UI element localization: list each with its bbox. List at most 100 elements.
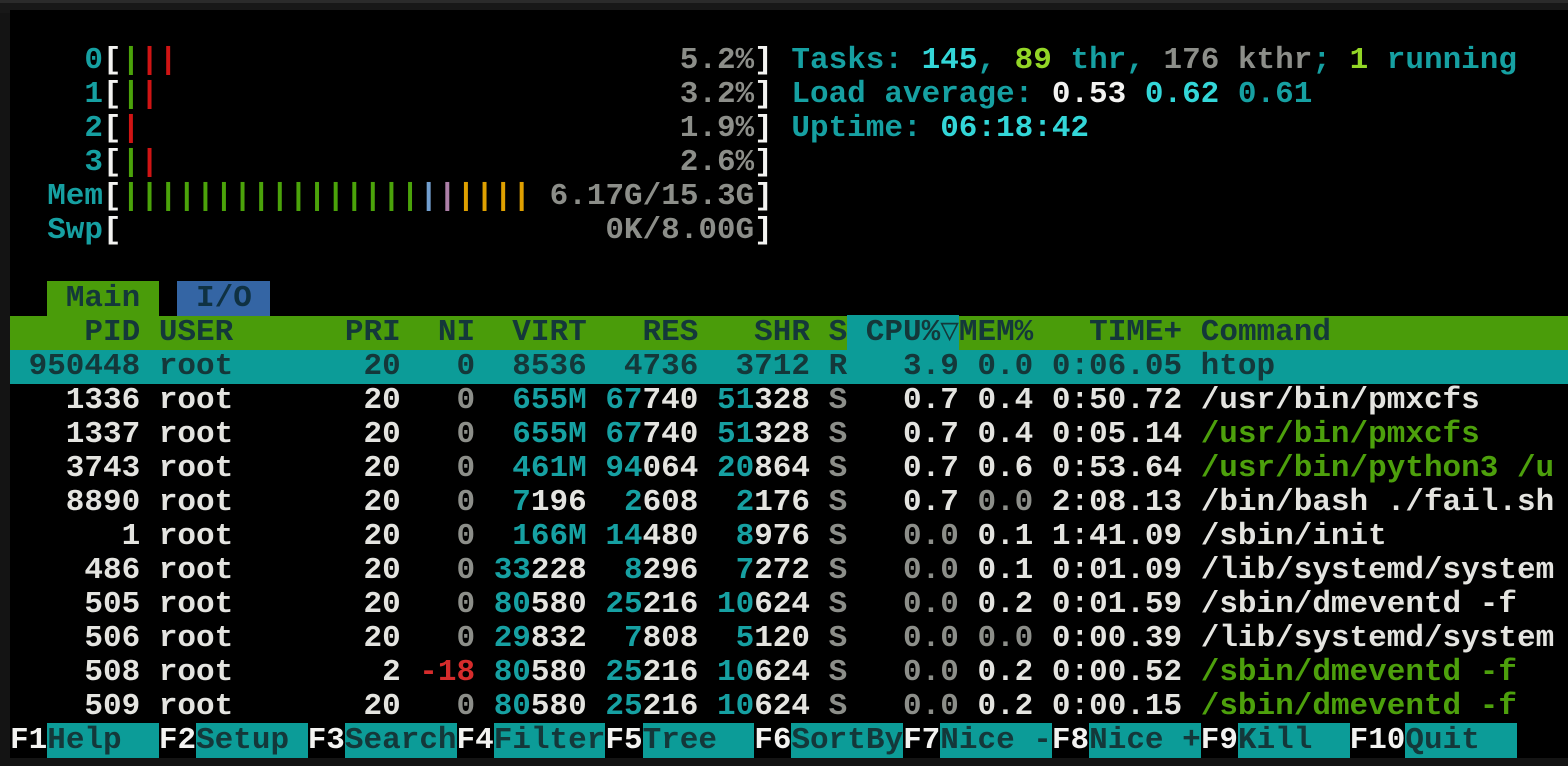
memory-meter-label: Mem [10,179,103,214]
fkey-f9[interactable]: F9Kill [1201,723,1350,758]
table-header: PID USER PRI NI VIRT RES SHR S CPU%▽MEM%… [10,316,1568,350]
fkey-action-label: Filter [494,723,606,758]
fkey-f1[interactable]: F1Help [10,723,159,758]
meter-bar: | [140,145,159,180]
swap-meter-value: 0K/8.00G [605,213,754,248]
meter-bar: | [364,179,383,214]
cpu-meter-2: 2[| 1.9%] Uptime: 06:18:42 [10,112,1089,146]
cpu-meter-0-label: 0 [10,43,103,78]
cell-mem: 0.2 [959,655,1033,690]
meter-bar: | [512,179,531,214]
cell-ni: 0 [419,553,493,588]
cell-ni: 0 [419,587,493,622]
cell-pid: 1 [10,519,159,554]
cell-command: /sbin/init [1201,519,1387,554]
cell-mem: 0.1 [959,553,1033,588]
fkey-f2[interactable]: F2Setup [159,723,308,758]
process-row[interactable]: 505 root 20 0 80580 25216 10624 S 0.0 0.… [10,588,1517,622]
cell-pri: 20 [345,417,419,452]
column-header-state[interactable]: S [829,315,848,350]
cell-command: /sbin/dmeventd -f [1201,689,1517,724]
fkey-key-label: F1 [10,723,47,758]
cell-mem: 0.0 [959,349,1033,384]
fkey-f4[interactable]: F4Filter [457,723,606,758]
cpu-meter-3: 3[|| 2.6%] [10,146,773,180]
meter-bar: | [233,179,252,214]
fkey-f7[interactable]: F7Nice - [903,723,1052,758]
fkey-action-label: Nice - [940,723,1052,758]
cell-user: root [159,485,345,520]
fkey-key-label: F2 [159,723,196,758]
column-header-pri[interactable]: PRI [345,315,419,350]
cell-mem: 0.0 [959,621,1033,656]
process-row[interactable]: 8890 root 20 0 7196 2608 2176 S 0.7 0.0 … [10,486,1554,520]
meter-bar: | [122,145,141,180]
cell-state: S [829,451,848,486]
process-row[interactable]: 508 root 2 -18 80580 25216 10624 S 0.0 0… [10,656,1517,690]
cell-command: /usr/bin/pmxcfs [1201,383,1480,418]
column-header-user[interactable]: USER [159,315,345,350]
cell-cpu: 0.0 [847,621,959,656]
process-row[interactable]: 509 root 20 0 80580 25216 10624 S 0.0 0.… [10,690,1517,724]
fkey-key-label: F3 [308,723,345,758]
fkey-key-label: F5 [605,723,642,758]
load-average-summary: Load average: 0.53 0.62 0.61 [791,77,1312,112]
fkey-action-label: Tree [643,723,755,758]
column-header-mem[interactable]: MEM% [959,315,1033,350]
process-row[interactable]: 3743 root 20 0 461M 94064 20864 S 0.7 0.… [10,452,1554,486]
column-header-command[interactable]: Command [1201,315,1331,350]
fkey-f3[interactable]: F3Search [308,723,457,758]
cell-pid: 1336 [10,383,159,418]
cell-pid: 486 [10,553,159,588]
cell-state: S [829,621,848,656]
fkey-key-label: F10 [1350,723,1406,758]
cell-cpu: 0.0 [847,519,959,554]
cell-pri: 20 [345,451,419,486]
column-header-ni[interactable]: NI [419,315,493,350]
cell-cpu: 3.9 [847,349,959,384]
tab-bar: Main I/O [10,282,270,316]
fkey-f8[interactable]: F8Nice + [1052,723,1201,758]
cpu-meter-0: 0[||| 5.2%] Tasks: 145, 89 thr, 176 kthr… [10,44,1517,78]
process-row[interactable]: 1337 root 20 0 655M 67740 51328 S 0.7 0.… [10,418,1480,452]
tab-io[interactable]: I/O [177,281,270,316]
cell-pid: 509 [10,689,159,724]
process-row[interactable]: 486 root 20 0 33228 8296 7272 S 0.0 0.1 … [10,554,1554,588]
process-row[interactable]: 950448 root 20 0 8536 4736 3712 R 3.9 0.… [10,350,1568,384]
meter-open-bracket: [ [103,43,122,78]
column-header-cpu-sorted[interactable]: CPU%▽ [847,315,959,350]
meter-bar: | [289,179,308,214]
meter-open-bracket: [ [103,145,122,180]
tab-main[interactable]: Main [47,281,159,316]
cell-command: /usr/bin/python3 /u [1201,451,1554,486]
column-header-pid[interactable]: PID [10,315,159,350]
meter-close-bracket: ] [754,213,773,248]
column-header-res[interactable]: RES [605,315,717,350]
column-header-time[interactable]: TIME+ [1033,315,1200,350]
cpu-meter-1-value: 3.2% [680,77,754,112]
column-header-virt[interactable]: VIRT [494,315,606,350]
cell-pri: 20 [345,349,419,384]
cell-cpu: 0.0 [847,655,959,690]
meter-bar: | [271,179,290,214]
fkey-f6[interactable]: F6SortBy [754,723,903,758]
cell-time: 0:01.59 [1033,587,1200,622]
memory-meter-value: 6.17G/15.3G [550,179,755,214]
cell-pri: 20 [345,383,419,418]
cpu-meter-3-label: 3 [10,145,103,180]
cell-ni: 0 [419,621,493,656]
cell-pid: 950448 [10,349,159,384]
cell-time: 0:53.64 [1033,451,1200,486]
process-row[interactable]: 1336 root 20 0 655M 67740 51328 S 0.7 0.… [10,384,1480,418]
fkey-f5[interactable]: F5Tree [605,723,754,758]
cpu-meter-2-label: 2 [10,111,103,146]
terminal: 0[||| 5.2%] Tasks: 145, 89 thr, 176 kthr… [10,10,1568,758]
process-row[interactable]: 506 root 20 0 29832 7808 5120 S 0.0 0.0 … [10,622,1554,656]
meter-bar: | [122,43,141,78]
fkey-f10[interactable]: F10Quit [1350,723,1517,758]
column-header-shr[interactable]: SHR [717,315,829,350]
cell-ni: 0 [419,689,493,724]
cell-user: root [159,417,345,452]
cell-pri: 20 [345,621,419,656]
process-row[interactable]: 1 root 20 0 166M 14480 8976 S 0.0 0.1 1:… [10,520,1387,554]
